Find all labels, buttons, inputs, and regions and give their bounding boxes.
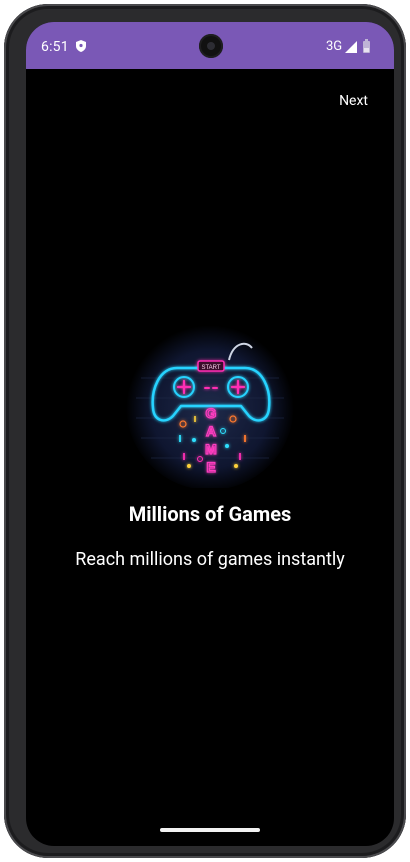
app-screen: 6:51 3G Next START G A M E Millions of G…: [26, 22, 394, 846]
onboarding-subtitle: Reach millions of games instantly: [75, 549, 345, 570]
phone-frame: 6:51 3G Next START G A M E Millions of G…: [4, 4, 406, 858]
gesture-nav-bar[interactable]: [160, 828, 260, 832]
start-badge-label: START: [201, 365, 220, 371]
front-camera: [199, 34, 223, 58]
shield-icon: [76, 40, 86, 52]
onboarding-title: Millions of Games: [128, 502, 292, 526]
neon-gamepad-illustration: START G A M E: [126, 322, 294, 490]
letter-e: E: [206, 459, 215, 475]
letter-a: A: [206, 423, 216, 439]
status-time: 6:51: [41, 39, 69, 55]
status-bar: 6:51 3G: [26, 22, 394, 69]
letter-g: G: [206, 405, 217, 421]
network-type: 3G: [326, 39, 343, 54]
next-button[interactable]: Next: [339, 93, 368, 109]
battery-icon: [363, 39, 370, 53]
hero-illustration: START G A M E: [121, 318, 299, 490]
signal-icon: [345, 41, 357, 53]
letter-m: M: [205, 441, 217, 457]
